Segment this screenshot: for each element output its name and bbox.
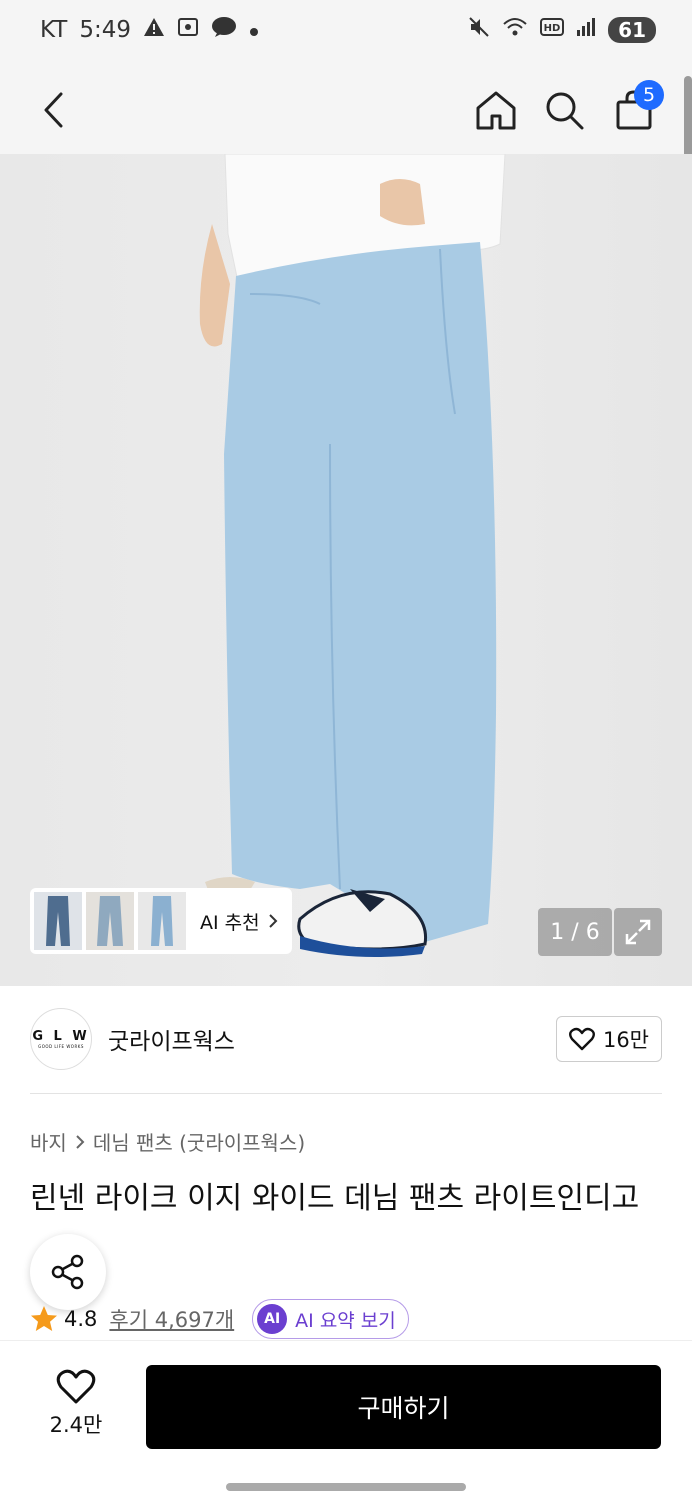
battery-level: 61 xyxy=(608,16,656,43)
bottom-action-bar: 2.4만 구매하기 xyxy=(0,1340,692,1500)
product-title: 린넨 라이크 이지 와이드 데님 팬츠 라이트인디고 xyxy=(30,1181,640,1216)
chevron-right-icon xyxy=(76,1134,85,1149)
ai-summary-label: AI 요약 보기 xyxy=(295,1309,396,1332)
thumbnail[interactable] xyxy=(86,892,134,950)
home-icon xyxy=(476,91,516,130)
thumbnail[interactable] xyxy=(34,892,82,950)
rating-row: 4.8 후기 4,697개 AI AI 요약 보기 xyxy=(30,1298,409,1340)
star-icon xyxy=(31,1306,57,1331)
heart-icon xyxy=(56,1369,96,1404)
product-photo xyxy=(199,154,506,958)
image-counter: 1 / 6 xyxy=(538,908,612,956)
expand-icon xyxy=(625,919,651,945)
thumbnail[interactable] xyxy=(138,892,186,950)
breadcrumb-subcategory[interactable]: 데님 팬츠 (굿라이프웍스) xyxy=(93,1127,305,1156)
product-page: KT 5:49 HD 61 5 AI 추천 1 / 6 G L W GOOD L… xyxy=(0,0,692,1500)
heart-icon xyxy=(569,1027,595,1051)
clock: 5:49 xyxy=(79,17,132,43)
cart-button[interactable]: 5 xyxy=(604,80,664,140)
warning-icon xyxy=(143,17,165,43)
breadcrumb: 바지 데님 팬츠 (굿라이프웍스) xyxy=(30,1127,305,1156)
wifi-icon xyxy=(502,17,528,42)
signal-icon xyxy=(576,18,596,41)
back-button[interactable] xyxy=(24,80,84,140)
divider xyxy=(30,1093,662,1094)
cart-count-badge: 5 xyxy=(634,80,664,110)
brand-name[interactable]: 굿라이프웍스 xyxy=(108,1022,235,1056)
mute-icon xyxy=(468,16,490,43)
status-bar: KT 5:49 HD 61 xyxy=(0,0,692,66)
expand-image-button[interactable] xyxy=(614,908,662,956)
ai-summary-button[interactable]: AI AI 요약 보기 xyxy=(252,1299,409,1339)
ai-recommend-link[interactable]: AI 추천 xyxy=(200,908,278,935)
product-image-gallery[interactable]: AI 추천 1 / 6 xyxy=(0,154,692,986)
home-indicator[interactable] xyxy=(226,1483,466,1491)
rating-value: 4.8 xyxy=(64,1307,98,1331)
brand-logo[interactable]: G L W GOOD LIFE WORKS xyxy=(30,1008,92,1070)
review-link[interactable]: 후기 4,697개 xyxy=(109,1304,234,1334)
breadcrumb-category[interactable]: 바지 xyxy=(30,1127,67,1156)
top-nav: 5 xyxy=(0,66,692,154)
wishlist-button[interactable]: 2.4만 xyxy=(36,1369,116,1439)
talk-icon xyxy=(211,16,237,44)
ai-recommend-label: AI 추천 xyxy=(200,911,260,934)
buy-button[interactable]: 구매하기 xyxy=(146,1365,661,1449)
svg-text:HD: HD xyxy=(544,23,561,34)
carrier-label: KT xyxy=(40,17,68,43)
search-icon xyxy=(546,92,584,130)
dot-icon xyxy=(249,17,259,43)
wishlist-count: 2.4만 xyxy=(49,1413,103,1437)
ai-recommend-strip[interactable]: AI 추천 xyxy=(30,888,292,954)
screenshot-icon xyxy=(177,17,199,43)
home-button[interactable] xyxy=(466,80,526,140)
chevron-right-icon xyxy=(268,914,278,928)
chevron-left-icon xyxy=(44,92,63,128)
brand-row: G L W GOOD LIFE WORKS 굿라이프웍스 16만 xyxy=(30,1006,662,1072)
ai-badge: AI xyxy=(257,1304,288,1334)
search-button[interactable] xyxy=(534,80,594,140)
hd-icon: HD xyxy=(540,18,565,41)
brand-like-count: 16만 xyxy=(602,1028,649,1052)
brand-like-button[interactable]: 16만 xyxy=(555,1016,662,1062)
share-icon xyxy=(51,1254,84,1290)
